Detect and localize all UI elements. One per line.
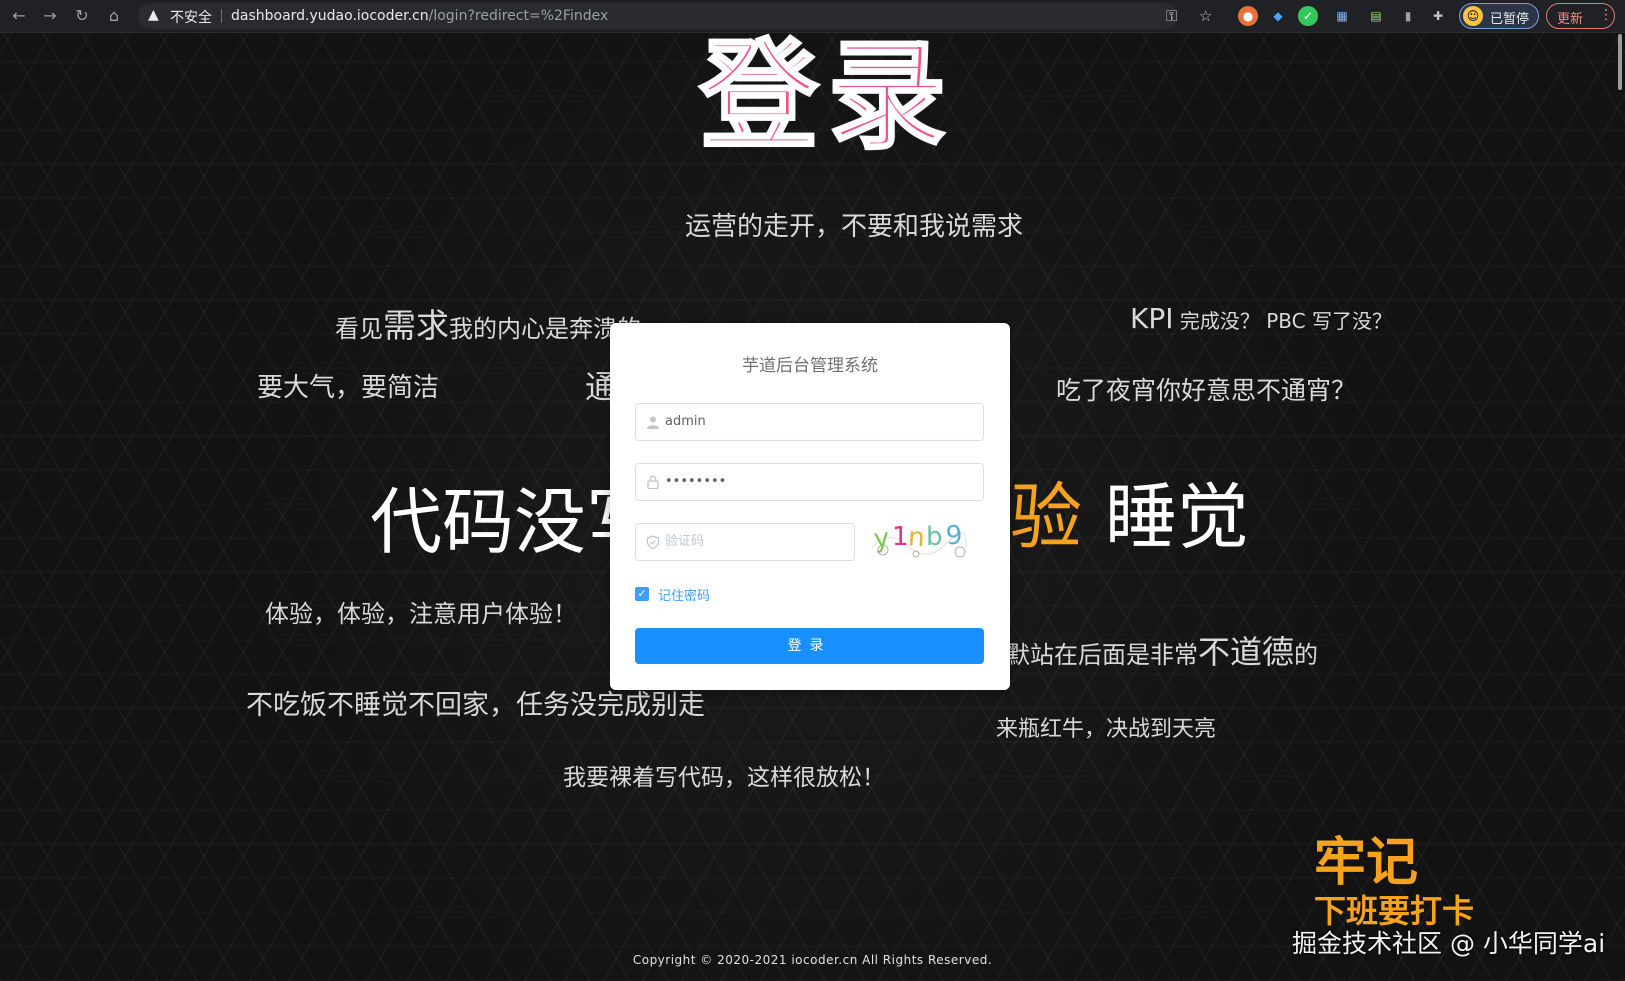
insecure-label[interactable]: 不安全: [170, 7, 212, 27]
forward-icon[interactable]: →: [39, 5, 61, 27]
captcha-input[interactable]: [665, 524, 845, 560]
remember-checkbox[interactable]: ✓: [635, 587, 649, 601]
captcha-char-4: b: [926, 522, 943, 552]
captcha-char-3: n: [907, 522, 926, 553]
profile-status-label: 已暂停: [1490, 12, 1530, 27]
captcha-char-5: 9: [945, 520, 964, 551]
bg-phrase-10a: 默站在后面是非常: [1006, 641, 1198, 669]
bg-phrase-10c: 的: [1294, 641, 1319, 669]
bg-phrase-4: 要大气，要简洁: [257, 373, 440, 403]
bg-phrase-6: 吃了夜宵你好意思不通宵？: [1056, 376, 1357, 405]
username-field[interactable]: [635, 403, 984, 441]
login-button[interactable]: 登录: [635, 628, 984, 664]
url-text[interactable]: dashboard.yudao.iocoder.cn/login?redirec…: [231, 8, 608, 24]
page-big-title: 登录: [698, 26, 957, 167]
lock-icon: [647, 475, 659, 489]
extension-check-icon[interactable]: ✓: [1298, 6, 1318, 26]
extension-grid-icon[interactable]: ▦: [1332, 6, 1352, 26]
key-icon[interactable]: ⚿: [1166, 7, 1177, 25]
login-card: 芋道后台管理系统 admin •••••••• 验证码 y 1 n b 9 ✓ …: [610, 323, 1010, 690]
extensions-puzzle-icon[interactable]: ✚: [1428, 6, 1448, 26]
bg-phrase-10: 默站在后面是非常不道德的: [1006, 627, 1318, 673]
remember-label[interactable]: 记住密码: [658, 585, 710, 604]
profile-button[interactable]: ☺ 已暂停: [1459, 3, 1539, 29]
scrollbar-thumb[interactable]: [1618, 34, 1622, 90]
captcha-char-1: y: [872, 523, 890, 554]
copyright: Copyright © 2020-2021 iocoder.cn All Rig…: [632, 953, 993, 967]
extension-pin-icon[interactable]: ▮: [1398, 6, 1418, 26]
warning-icon[interactable]: ▲: [148, 7, 159, 23]
bg-phrase-8a: 验: [1010, 475, 1083, 559]
bg-phrase-3a: KPI: [1130, 302, 1174, 335]
reload-icon[interactable]: ↻: [71, 5, 93, 27]
extension-orange-icon[interactable]: ●: [1238, 6, 1258, 26]
note-title: 牢记: [1314, 833, 1419, 893]
password-input[interactable]: [665, 464, 965, 500]
star-icon[interactable]: ☆: [1199, 7, 1212, 25]
user-icon: [647, 416, 659, 429]
bg-phrase-2a: 看见: [335, 315, 383, 343]
bg-phrase-9: 体验，体验，注意用户体验！: [265, 600, 577, 628]
bg-phrase-2b: 需求: [383, 306, 449, 345]
captcha-field[interactable]: [635, 523, 855, 561]
update-button[interactable]: 更新 ⋮: [1546, 3, 1615, 29]
bg-phrase-10b: 不道德: [1198, 633, 1295, 671]
bg-phrase-13: 我要裸着写代码，这样很放松！: [563, 765, 885, 791]
bg-phrase-3: KPI 完成没？ PBC 写了没？: [1130, 302, 1392, 335]
captcha-char-2: 1: [892, 522, 909, 552]
login-title: 芋道后台管理系统: [742, 356, 878, 376]
bg-phrase-8b: 睡觉: [1082, 475, 1249, 559]
bg-phrase-2: 看见需求我的内心是奔溃的: [335, 299, 641, 347]
username-input[interactable]: [665, 404, 965, 440]
page-root: ← → ↻ ⌂ ▲ 不安全 dashboard.yudao.iocoder.cn…: [0, 0, 1625, 981]
update-label: 更新: [1557, 12, 1584, 27]
home-icon[interactable]: ⌂: [103, 5, 125, 27]
back-icon[interactable]: ←: [8, 5, 30, 27]
avatar: ☺: [1463, 6, 1483, 26]
extension-on-icon[interactable]: ▤: [1366, 6, 1386, 26]
menu-icon: ⋮: [1599, 7, 1613, 23]
bg-phrase-12: 来瓶红牛，决战到天亮: [996, 717, 1217, 742]
url-divider: [221, 9, 222, 23]
url-path: /login?redirect=%2Findex: [428, 8, 609, 24]
bg-phrase-8: 验 睡觉: [1010, 458, 1249, 563]
bg-phrase-3b: 完成没？ PBC 写了没？: [1173, 309, 1392, 333]
captcha-image[interactable]: y 1 n b 9: [868, 518, 968, 558]
address-bar[interactable]: ▲ 不安全 dashboard.yudao.iocoder.cn/login?r…: [138, 3, 1178, 29]
extension-diamond-icon[interactable]: ◆: [1268, 6, 1288, 26]
bg-phrase-1: 运营的走开，不要和我说需求: [685, 212, 1024, 242]
password-field[interactable]: [635, 463, 984, 501]
url-host: dashboard.yudao.iocoder.cn: [231, 8, 429, 24]
shield-icon: [646, 535, 660, 549]
